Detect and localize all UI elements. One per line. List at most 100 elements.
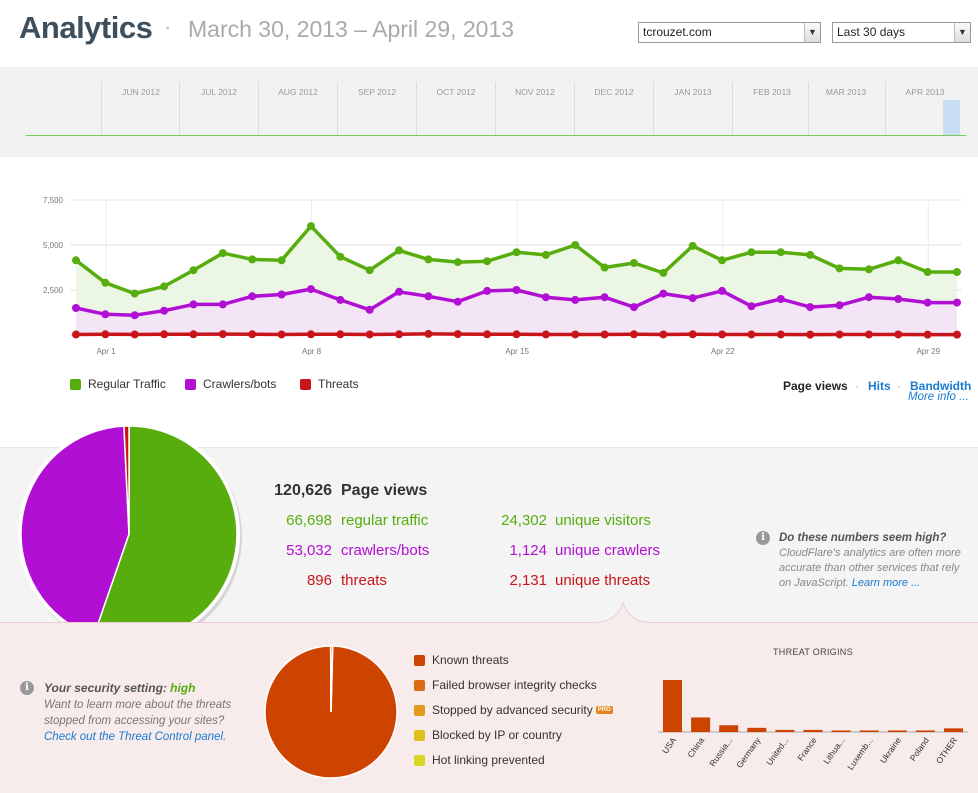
traffic-chart[interactable]: 7,500 5,000 2,500 Apr 1 Apr 8 Apr 15 Apr 22 Apr… <box>0 180 978 365</box>
site-select[interactable]: tcrouzet.com ▼ <box>638 22 821 43</box>
timeline-month: SEP 2012 <box>357 87 397 97</box>
timeline-month: DEC 2012 <box>594 87 634 97</box>
analytics-page: Analytics · March 30, 2013 – April 29, 2… <box>0 0 978 793</box>
data-point <box>718 286 727 295</box>
data-point <box>336 252 345 261</box>
metric-page-views[interactable]: Page views <box>783 379 848 393</box>
data-point <box>424 292 433 301</box>
data-point <box>395 246 404 255</box>
timeline-overview[interactable]: JUN 2012 JUL 2012 AUG 2012 SEP 2012 OCT … <box>0 67 978 157</box>
origin-label: China <box>685 735 706 759</box>
data-point <box>571 295 580 304</box>
data-point <box>747 302 756 311</box>
data-point <box>718 330 727 339</box>
legend-swatch <box>414 679 425 691</box>
legend-threats[interactable]: Threats <box>300 377 359 391</box>
origin-label: OTHER <box>934 735 959 765</box>
data-point <box>571 241 580 249</box>
x-tick-label: Apr 22 <box>711 347 735 356</box>
legend-label: Known threats <box>432 653 509 667</box>
threat-control-link[interactable]: Check out the Threat Control panel. <box>44 731 226 743</box>
data-point <box>101 330 110 339</box>
data-point <box>189 330 198 339</box>
data-point <box>864 293 873 302</box>
data-point <box>864 330 873 339</box>
data-point <box>747 330 756 339</box>
page-title: Analytics <box>19 10 153 45</box>
crawlers-value: 53,032 <box>286 542 332 559</box>
learn-more-link[interactable]: Learn more ... <box>852 577 920 589</box>
data-point <box>894 295 903 303</box>
x-tick-label: Apr 1 <box>96 347 116 356</box>
period-select[interactable]: Last 30 days ▼ <box>832 22 971 43</box>
threats-value: 896 <box>306 572 332 589</box>
data-point <box>688 330 697 339</box>
data-point <box>541 330 550 339</box>
data-point <box>512 248 521 257</box>
threat-legend-browser: Failed browser integrity checks <box>414 678 597 692</box>
origin-label: Poland <box>908 735 932 763</box>
origin-label: USA <box>660 735 678 755</box>
security-setting-text: Your security setting: high Want to lear… <box>44 680 264 745</box>
data-point <box>806 303 815 312</box>
data-point <box>953 268 961 276</box>
threat-legend-advanced: Stopped by advanced security PRO <box>414 703 613 717</box>
y-tick-label: 2,500 <box>43 286 64 295</box>
origin-label: Ukraine <box>878 735 903 765</box>
origin-label: Germany <box>734 735 763 770</box>
data-point <box>453 297 462 306</box>
data-point <box>512 330 521 339</box>
more-info-link[interactable]: More info ... <box>908 391 969 403</box>
timeline-month: AUG 2012 <box>278 87 318 97</box>
data-point <box>336 330 345 339</box>
threat-legend-blocked: Blocked by IP or country <box>414 728 562 742</box>
data-point <box>776 330 785 339</box>
data-point <box>277 256 286 265</box>
metric-hits[interactable]: Hits <box>868 379 891 393</box>
data-point <box>629 303 638 312</box>
data-point <box>189 266 198 275</box>
data-point <box>101 310 110 319</box>
legend-swatch <box>70 378 81 390</box>
regular-traffic-label: regular traffic <box>341 512 429 529</box>
origin-bar <box>747 727 767 732</box>
data-point <box>483 330 492 339</box>
data-point <box>541 293 550 302</box>
legend-swatch <box>414 654 425 666</box>
data-point <box>424 329 433 338</box>
origin-bar <box>944 728 963 732</box>
legend-swatch <box>414 704 425 716</box>
data-point <box>835 301 844 310</box>
data-point <box>600 293 609 302</box>
timeline-month: JUL 2012 <box>200 87 238 97</box>
data-point <box>248 330 257 339</box>
data-point <box>453 258 462 267</box>
data-point <box>512 286 521 294</box>
legend-swatch <box>185 378 196 390</box>
data-point <box>747 248 756 257</box>
origin-label: United... <box>764 735 790 767</box>
y-tick-label: 7,500 <box>43 196 64 205</box>
crawlers-label: crawlers/bots <box>341 542 430 559</box>
data-point <box>306 285 315 294</box>
timeline-month: JAN 2013 <box>674 87 712 97</box>
unique-threats-label: unique threats <box>555 572 651 589</box>
data-point <box>218 249 227 258</box>
data-point <box>277 330 286 339</box>
origin-bar <box>831 730 851 732</box>
timeline-selection-handle[interactable] <box>943 100 960 136</box>
legend-regular-traffic[interactable]: Regular Traffic <box>70 377 166 391</box>
origin-label: Lithua... <box>821 735 847 766</box>
data-point <box>336 295 345 304</box>
origin-bar <box>663 680 682 732</box>
legend-crawlers[interactable]: Crawlers/bots <box>185 377 276 391</box>
data-point <box>894 256 903 265</box>
info-icon: i <box>20 681 34 695</box>
origin-label: Russia... <box>707 735 734 768</box>
legend-swatch <box>414 754 425 766</box>
timeline-month: NOV 2012 <box>515 87 555 97</box>
timeline-month: APR 2013 <box>905 87 945 97</box>
total-page-views-label: Page views <box>341 482 428 499</box>
data-point <box>923 298 932 307</box>
data-point <box>130 289 139 298</box>
